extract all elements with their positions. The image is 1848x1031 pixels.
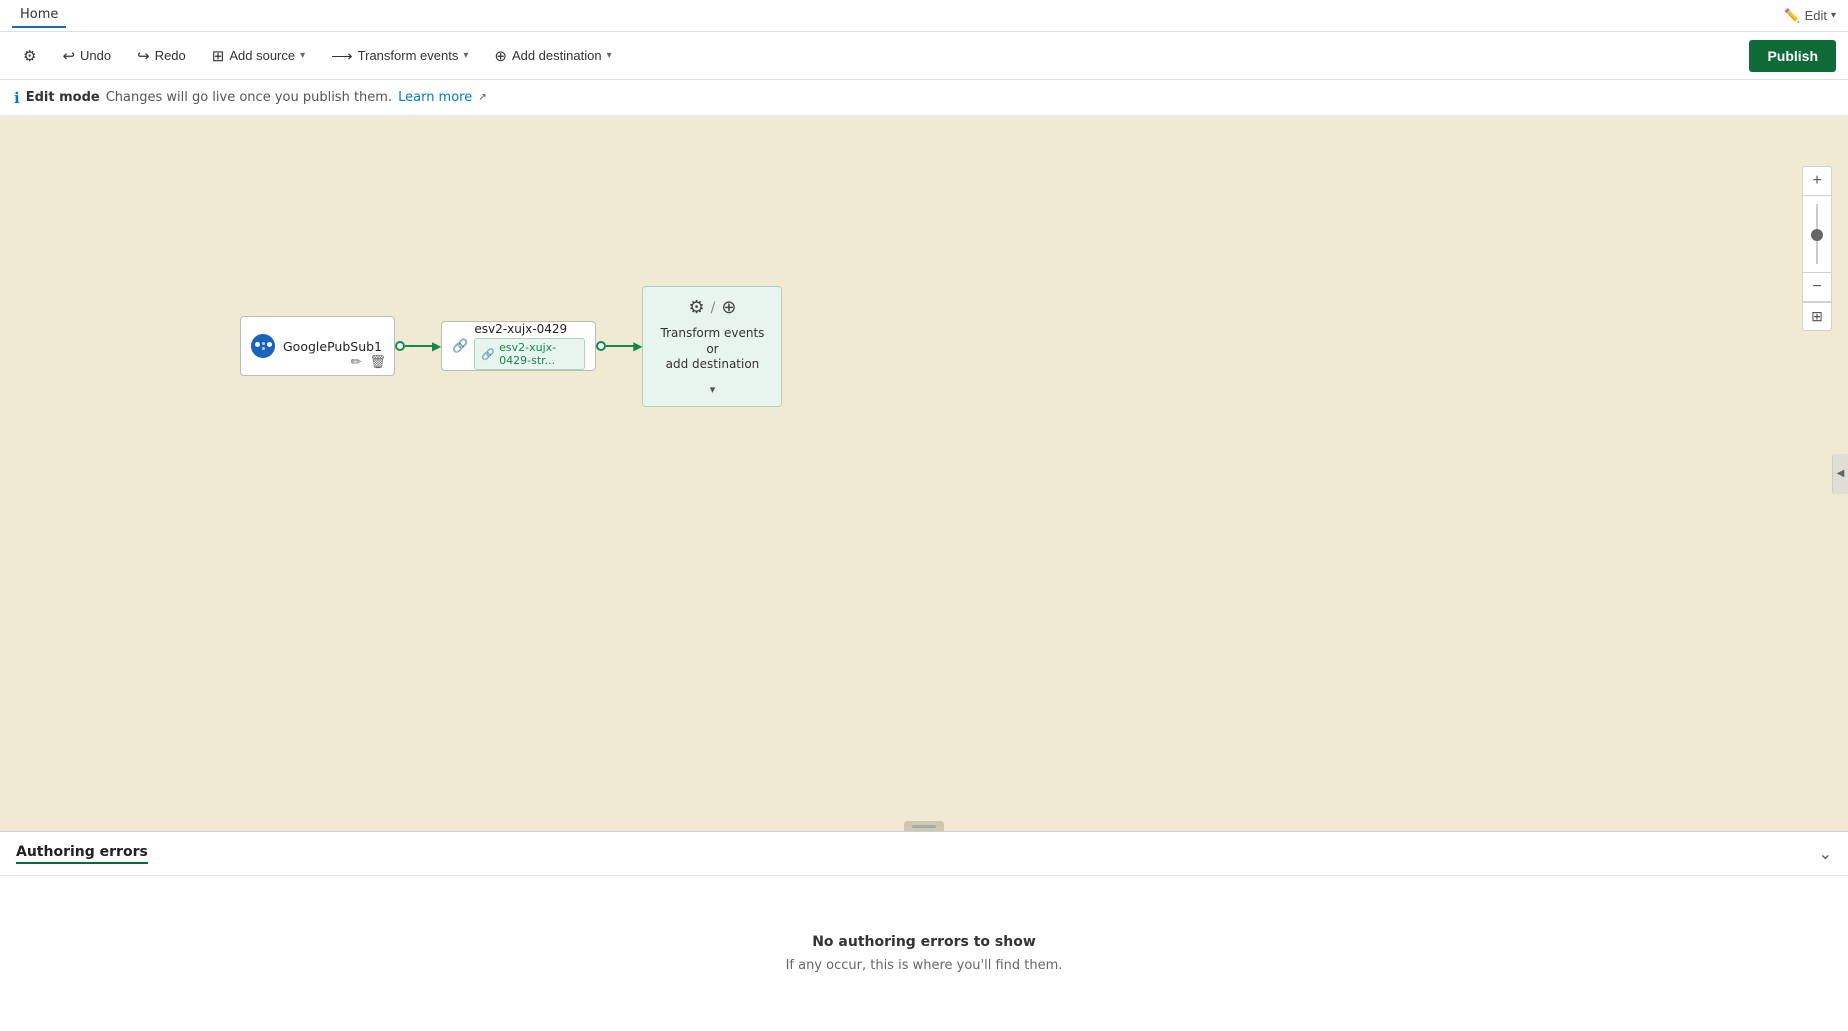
undo-icon: ↩ bbox=[62, 47, 75, 65]
google-pubsub-icon bbox=[251, 334, 275, 358]
connector-line-2 bbox=[606, 345, 636, 347]
dest-label-line2: add destination bbox=[666, 357, 760, 371]
canvas: GooglePubSub1 ✏ 🗑 ▶ 🔗 esv2-xujx-0429 🔗 e… bbox=[0, 116, 1848, 831]
gps-dot-2 bbox=[262, 342, 265, 345]
connector-dot-2 bbox=[596, 341, 606, 351]
zoom-track bbox=[1816, 204, 1818, 264]
connector-1: ▶ bbox=[395, 339, 441, 353]
arrow-2: ▶ bbox=[633, 339, 642, 353]
gps-dot-1 bbox=[255, 342, 260, 347]
edit-button[interactable]: ✏️ Edit ▾ bbox=[1784, 8, 1836, 24]
zoom-out-button[interactable]: − bbox=[1803, 273, 1831, 301]
collapse-handle[interactable] bbox=[904, 821, 944, 831]
add-source-button[interactable]: ⊞ Add source ▾ bbox=[201, 40, 316, 72]
source-delete-button[interactable]: 🗑 bbox=[367, 353, 388, 371]
transform-dest-icon: ⚙ bbox=[688, 297, 704, 318]
source-edit-button[interactable]: ✏ bbox=[349, 353, 364, 371]
publish-button[interactable]: Publish bbox=[1749, 40, 1836, 72]
transform-events-button[interactable]: ⟶ Transform events ▾ bbox=[320, 40, 479, 72]
edit-mode-label: Edit mode bbox=[26, 90, 100, 105]
add-destination-chevron-icon: ▾ bbox=[607, 50, 612, 61]
zoom-controls: + − ⊞ bbox=[1802, 166, 1832, 331]
add-source-label: Add source bbox=[229, 48, 295, 63]
source-name: GooglePubSub1 bbox=[283, 339, 382, 354]
connector-dot-1 bbox=[395, 341, 405, 351]
connector-line-1 bbox=[405, 345, 435, 347]
gear-icon: ⚙ bbox=[23, 47, 36, 65]
toolbar: ⚙ ↩ Undo ↪ Redo ⊞ Add source ▾ ⟶ Transfo… bbox=[0, 32, 1848, 80]
no-errors-sub: If any occur, this is where you'll find … bbox=[786, 958, 1063, 973]
fit-view-button[interactable]: ⊞ bbox=[1803, 302, 1831, 330]
gps-dot-3 bbox=[262, 347, 265, 350]
add-destination-button[interactable]: ⊕ Add destination ▾ bbox=[483, 40, 622, 72]
transform-events-label: Transform events bbox=[358, 48, 459, 63]
source-node-actions: ✏ 🗑 bbox=[349, 353, 388, 371]
dest-label: Transform events or add destination bbox=[653, 326, 771, 373]
edit-icon: ✏️ bbox=[1784, 8, 1800, 24]
flow-diagram: GooglePubSub1 ✏ 🗑 ▶ 🔗 esv2-xujx-0429 🔗 e… bbox=[240, 286, 782, 407]
add-source-chevron-icon: ▾ bbox=[300, 50, 305, 61]
panel-collapse-icon[interactable]: ⌄ bbox=[1819, 844, 1832, 863]
redo-icon: ↪ bbox=[137, 47, 150, 65]
no-errors-title: No authoring errors to show bbox=[812, 934, 1036, 950]
transform-chevron-icon: ▾ bbox=[463, 50, 468, 61]
learn-more-link[interactable]: Learn more bbox=[398, 90, 472, 105]
top-bar: Home ✏️ Edit ▾ bbox=[0, 0, 1848, 32]
add-dest-icon: ⊕ bbox=[721, 297, 736, 318]
event-stream-node[interactable]: 🔗 esv2-xujx-0429 🔗 esv2-xujx-0429-str... bbox=[441, 321, 596, 371]
source-node[interactable]: GooglePubSub1 ✏ 🗑 bbox=[240, 316, 395, 376]
zoom-in-button[interactable]: + bbox=[1803, 167, 1831, 195]
zoom-handle bbox=[1811, 229, 1823, 241]
zoom-slider[interactable] bbox=[1816, 196, 1818, 272]
redo-label: Redo bbox=[155, 48, 186, 63]
undo-label: Undo bbox=[80, 48, 111, 63]
external-link-icon: ↗ bbox=[478, 92, 486, 103]
add-destination-label: Add destination bbox=[512, 48, 602, 63]
event-stream-link-icon: 🔗 bbox=[481, 348, 495, 361]
bottom-panel: Authoring errors ⌄ No authoring errors t… bbox=[0, 831, 1848, 1031]
add-destination-icon: ⊕ bbox=[494, 47, 507, 65]
side-panel-toggle[interactable]: ◀ bbox=[1832, 454, 1848, 494]
dest-icons: ⚙ / ⊕ bbox=[688, 297, 736, 318]
collapse-handle-bar bbox=[912, 825, 936, 828]
panel-header: Authoring errors ⌄ bbox=[0, 832, 1848, 876]
edit-chevron-icon: ▾ bbox=[1831, 10, 1836, 21]
dest-label-line1: Transform events or bbox=[661, 326, 765, 356]
transform-icon: ⟶ bbox=[331, 47, 353, 65]
edit-label: Edit bbox=[1805, 8, 1827, 23]
event-stream-name: esv2-xujx-0429 bbox=[474, 322, 585, 336]
info-icon: ℹ bbox=[14, 89, 20, 107]
connector-2: ▶ bbox=[596, 339, 642, 353]
side-toggle-icon: ◀ bbox=[1837, 468, 1845, 479]
panel-title: Authoring errors bbox=[16, 844, 148, 864]
destination-node[interactable]: ⚙ / ⊕ Transform events or add destinatio… bbox=[642, 286, 782, 407]
info-bar: ℹ Edit mode Changes will go live once yo… bbox=[0, 80, 1848, 116]
dest-separator: / bbox=[711, 300, 716, 316]
info-message: Changes will go live once you publish th… bbox=[106, 90, 392, 105]
redo-button[interactable]: ↪ Redo bbox=[126, 40, 197, 72]
home-tab[interactable]: Home bbox=[12, 3, 66, 28]
dest-chevron-icon: ▾ bbox=[710, 383, 716, 396]
panel-content: No authoring errors to show If any occur… bbox=[0, 876, 1848, 1031]
add-source-icon: ⊞ bbox=[212, 47, 225, 65]
gps-dot-4 bbox=[267, 342, 272, 347]
event-stream-short: esv2-xujx-0429-str... bbox=[499, 341, 578, 367]
arrow-1: ▶ bbox=[432, 339, 441, 353]
event-stream-icon: 🔗 bbox=[452, 339, 468, 354]
settings-button[interactable]: ⚙ bbox=[12, 40, 47, 72]
undo-button[interactable]: ↩ Undo bbox=[51, 40, 122, 72]
